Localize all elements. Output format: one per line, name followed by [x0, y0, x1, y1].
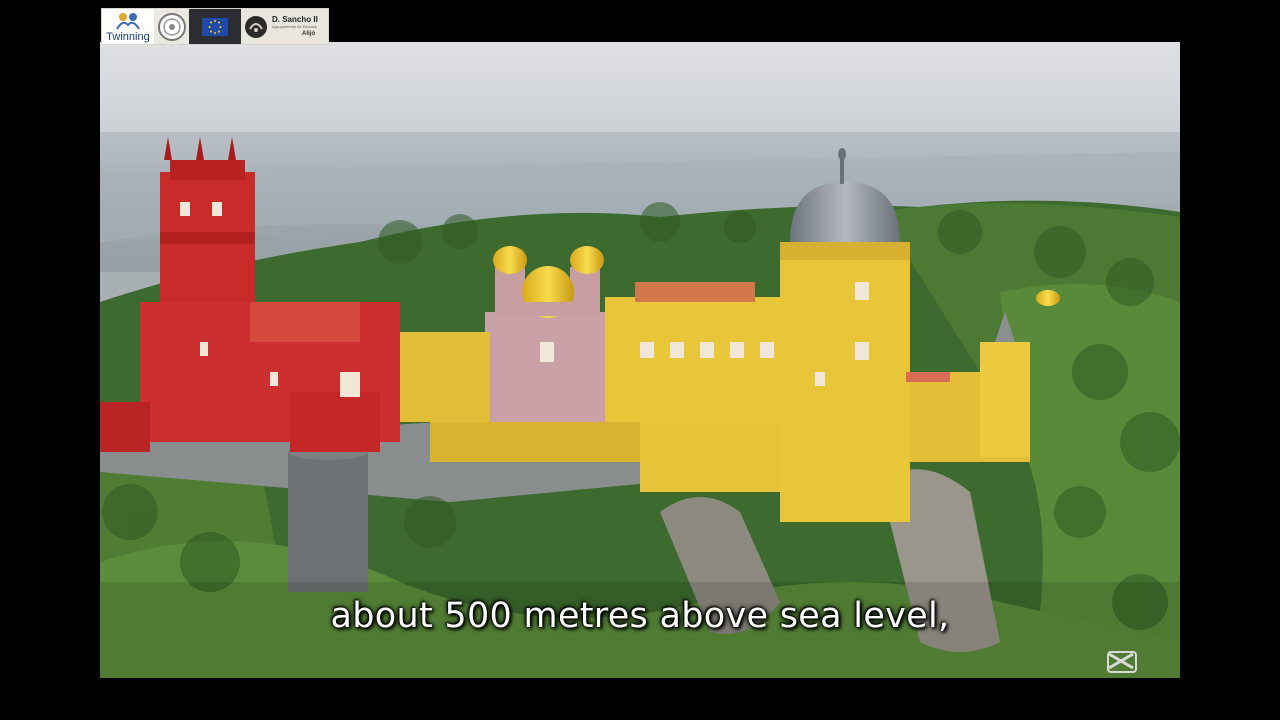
school-name: D. Sancho II [272, 14, 318, 24]
eu-logo [189, 9, 241, 44]
twinning-label: Twinning [106, 30, 150, 43]
seal-logo [154, 9, 189, 44]
round-seal-icon [157, 12, 186, 41]
castle-aerial-scene [100, 42, 1180, 678]
eu-flag-icon [202, 17, 228, 36]
video-frame[interactable] [100, 42, 1180, 678]
capcut-logo-icon [1107, 651, 1137, 673]
twinning-logo: Twinning [102, 9, 154, 44]
school-logo: D. Sancho II Agrupamento de Escolas Alij… [241, 9, 328, 44]
video-subtitle: about 500 metres above sea level, [330, 596, 950, 636]
school-place: Alijó [302, 30, 315, 37]
sponsor-logo-strip: Twinning D. Sancho II Agrupamento de Esc… [101, 8, 329, 45]
school-emblem-icon [245, 15, 267, 38]
twinning-figures-icon [116, 12, 140, 30]
